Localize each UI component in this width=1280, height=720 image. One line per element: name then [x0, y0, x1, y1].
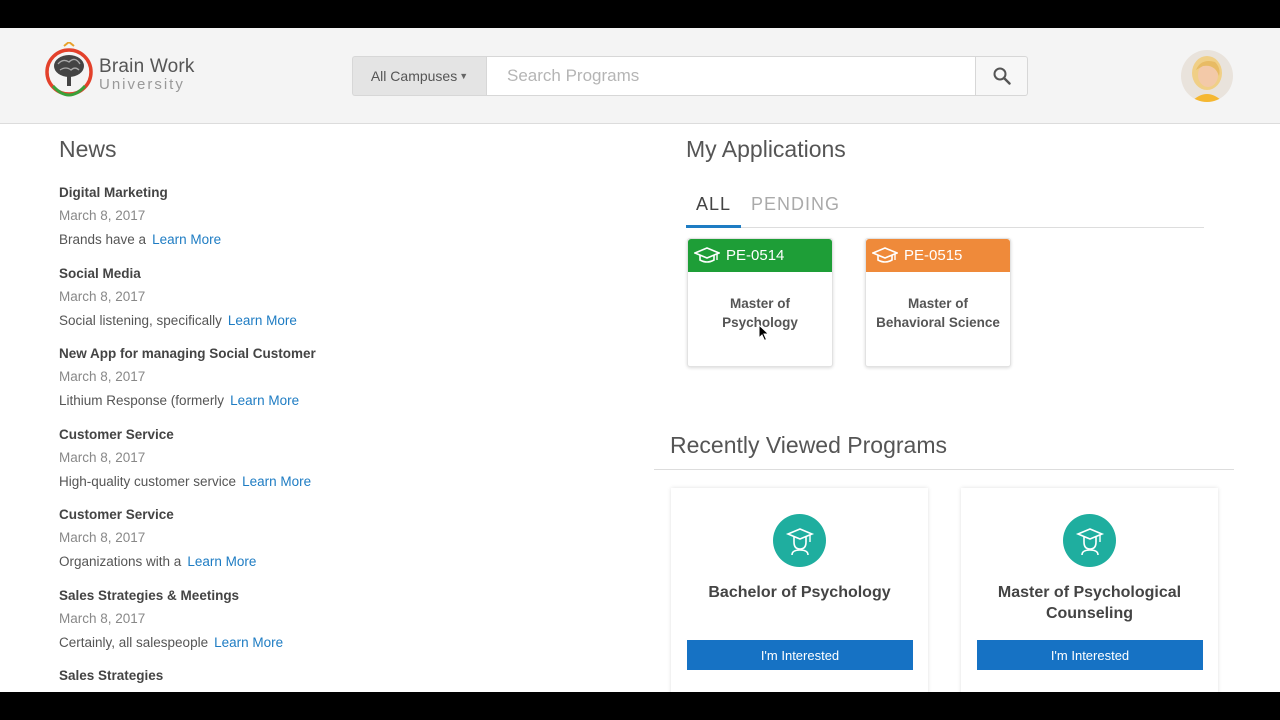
- campus-dropdown[interactable]: All Campuses ▼: [352, 56, 486, 96]
- news-item-excerpt: Brands have a Learn More: [59, 232, 619, 248]
- news-item-date: March 8, 2017: [59, 208, 146, 223]
- application-code: PE-0514: [726, 247, 785, 264]
- news-item: Customer Service March 8, 2017 Organizat…: [59, 507, 619, 588]
- news-item: Digital Marketing March 8, 2017 Brands h…: [59, 185, 619, 266]
- tab-all[interactable]: ALL: [686, 194, 741, 228]
- applications-section: My Applications ALL PENDING PE-0514 Mast…: [686, 136, 1204, 367]
- news-item-title: Sales Strategies: [59, 668, 164, 683]
- news-item-date: March 8, 2017: [59, 369, 146, 384]
- news-item-excerpt-text: High-quality customer service: [59, 473, 237, 489]
- program-name: Bachelor of Psychology: [708, 584, 891, 601]
- news-item-title: Customer Service: [59, 426, 174, 442]
- news-item: Customer Service March 8, 2017 High-qual…: [59, 427, 619, 508]
- logo-subtitle: University: [99, 76, 185, 93]
- news-item-excerpt: High-quality customer service Learn More: [59, 474, 619, 490]
- graduate-icon: [773, 514, 826, 567]
- program-name: Master of Psychological Counseling: [997, 584, 1182, 622]
- search-input[interactable]: [486, 56, 976, 96]
- application-card-header: PE-0515: [866, 239, 1010, 272]
- application-card-header: PE-0514: [688, 239, 832, 272]
- caret-down-icon: ▼: [459, 71, 469, 81]
- campus-dropdown-label: All Campuses: [370, 68, 458, 84]
- news-item: Sales Strategies: [59, 668, 619, 692]
- logo-name: Brain Work: [99, 56, 195, 77]
- learn-more-link[interactable]: Learn More: [187, 554, 256, 569]
- news-item-date: March 8, 2017: [59, 449, 146, 465]
- search-bar: All Campuses ▼: [352, 56, 1028, 96]
- graduate-icon: [1063, 514, 1116, 567]
- news-item-title: Sales Strategies & Meetings: [59, 587, 240, 603]
- news-item-excerpt: Social listening, specifically Learn More: [59, 313, 619, 329]
- application-program: Master of Psychology: [722, 296, 798, 330]
- application-card[interactable]: PE-0515 Master of Behavioral Science: [865, 238, 1011, 367]
- learn-more-link[interactable]: Learn More: [230, 393, 299, 408]
- news-item-title: Customer Service: [59, 507, 174, 522]
- learn-more-link[interactable]: Learn More: [228, 313, 297, 328]
- top-header: Brain Work University All Campuses ▼: [0, 28, 1280, 124]
- news-list: Digital Marketing March 8, 2017 Brands h…: [59, 185, 619, 692]
- program-card[interactable]: Bachelor of Psychology I'm Interested: [671, 488, 928, 692]
- application-card[interactable]: PE-0514 Master of Psychology: [687, 238, 833, 367]
- news-item-date: March 8, 2017: [59, 288, 146, 304]
- news-item-title: Digital Marketing: [59, 185, 168, 200]
- graduation-cap-icon: [694, 246, 720, 265]
- news-item-date: March 8, 2017: [59, 610, 146, 626]
- interested-button[interactable]: I'm Interested: [977, 640, 1203, 670]
- university-logo[interactable]: Brain Work University: [44, 40, 204, 112]
- program-card[interactable]: Master of Psychological Counseling I'm I…: [961, 488, 1218, 692]
- news-item-title: New App for managing Social Customer: [59, 346, 316, 361]
- learn-more-link[interactable]: Learn More: [214, 635, 283, 650]
- news-item-excerpt-text: Certainly, all salespeople: [59, 634, 209, 650]
- user-photo-icon: [1181, 50, 1233, 102]
- news-item: Social Media March 8, 2017 Social listen…: [59, 266, 619, 347]
- news-item-excerpt: Certainly, all salespeople Learn More: [59, 635, 619, 651]
- search-button[interactable]: [976, 56, 1028, 96]
- news-heading: News: [59, 136, 117, 162]
- news-item: New App for managing Social Customer Mar…: [59, 346, 619, 427]
- news-item-excerpt-text: Social listening, specifically: [59, 312, 222, 328]
- news-item-excerpt-text: Lithium Response (formerly: [59, 393, 225, 408]
- news-item-title: Social Media: [59, 265, 141, 281]
- recently-viewed-section: Recently Viewed Programs Bachelor of Psy…: [654, 420, 1234, 692]
- news-item-excerpt: Lithium Response (formerly Learn More: [59, 393, 619, 409]
- learn-more-link[interactable]: Learn More: [242, 474, 311, 489]
- application-tabs: ALL PENDING: [686, 190, 1204, 228]
- interested-button[interactable]: I'm Interested: [687, 640, 913, 670]
- news-item-excerpt: Organizations with a Learn More: [59, 554, 619, 570]
- news-item: Sales Strategies & Meetings March 8, 201…: [59, 588, 619, 669]
- news-item-date: March 8, 2017: [59, 530, 146, 545]
- tab-pending[interactable]: PENDING: [751, 194, 840, 228]
- application-code: PE-0515: [904, 247, 963, 264]
- news-item-excerpt-text: Organizations with a: [59, 554, 182, 569]
- graduation-cap-icon: [872, 246, 898, 265]
- app-frame: Brain Work University All Campuses ▼ Sea…: [0, 28, 1280, 692]
- recently-viewed-heading: Recently Viewed Programs: [654, 420, 1234, 470]
- search-icon: [993, 67, 1011, 85]
- learn-more-link[interactable]: Learn More: [152, 232, 221, 247]
- user-avatar[interactable]: [1181, 50, 1233, 102]
- brain-logo-icon: [45, 42, 93, 97]
- news-section: News Digital Marketing March 8, 2017 Bra…: [59, 136, 619, 692]
- logo-text: Brain Work University: [99, 56, 195, 93]
- applications-heading: My Applications: [686, 136, 846, 162]
- news-item-excerpt-text: Brands have a: [59, 232, 147, 247]
- application-program: Master of Behavioral Science: [876, 296, 1000, 330]
